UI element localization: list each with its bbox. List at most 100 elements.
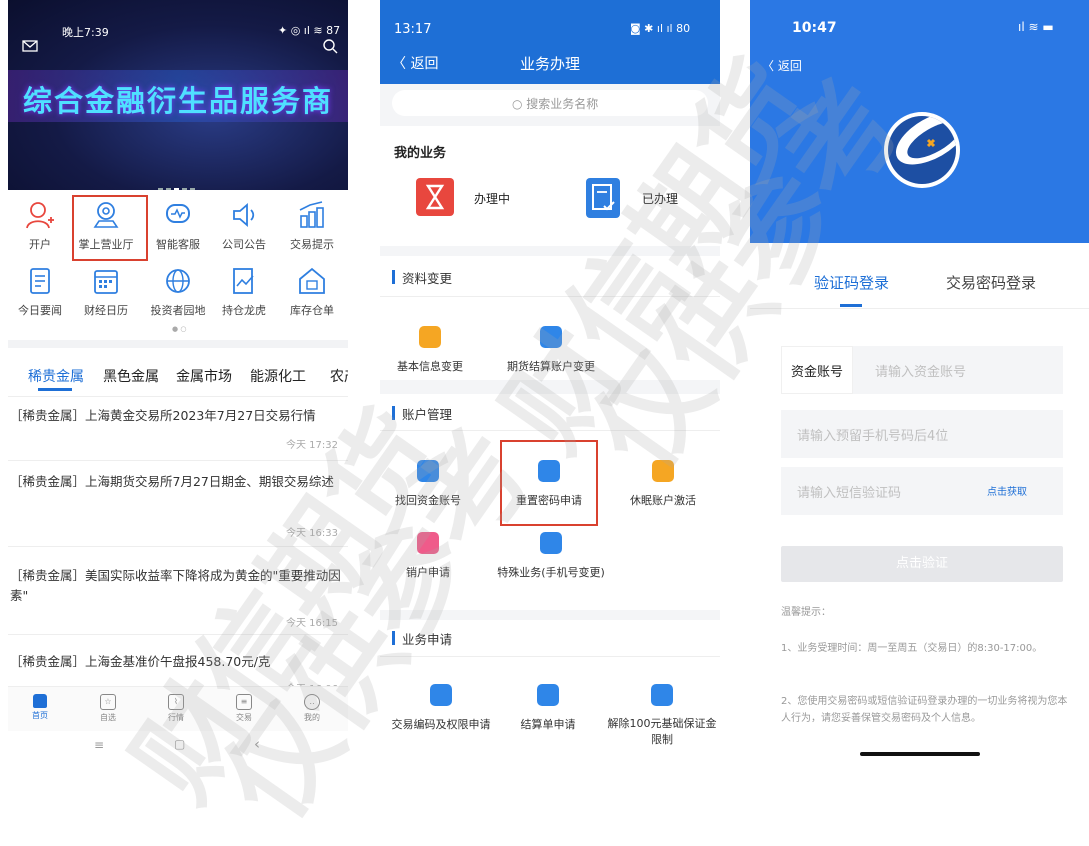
tips-title: 温馨提示： xyxy=(781,607,831,618)
add-user-icon xyxy=(24,200,56,230)
divider xyxy=(8,460,348,461)
grid-item-smart-service[interactable]: 智能客服 xyxy=(146,200,210,252)
service-label: 结算单申请 xyxy=(520,718,576,731)
service-dormant-activation[interactable]: 休眠账户激活 xyxy=(620,460,706,508)
nav-label: 自选 xyxy=(100,713,116,722)
grid-item-announcement[interactable]: 公司公告 xyxy=(212,200,276,252)
service-margin-release[interactable]: 解除100元基础保证金限制 xyxy=(606,684,718,748)
tab-sms-login[interactable]: 验证码登录 xyxy=(814,272,889,293)
news-tab-ferrous[interactable]: 黑色金属 xyxy=(103,366,159,386)
status-time: 10:47 xyxy=(792,20,837,36)
battery-level: 80 xyxy=(676,22,691,35)
account-placeholder: 请输入资金账号 xyxy=(875,365,967,380)
nav-trade[interactable]: ≡ 交易 xyxy=(224,694,264,723)
hourglass-icon xyxy=(416,178,454,216)
home-key-icon[interactable]: ▢ xyxy=(174,737,185,751)
service-label: 期货结算账户变更 xyxy=(507,360,595,373)
news-item[interactable]: ［稀贵金属］上海金基准价午盘报458.70元/克 今天 16:06 xyxy=(8,652,348,695)
news-item[interactable]: ［稀贵金属］上海期货交易所7月27日期金、期银交易综述 今天 16:33 xyxy=(8,472,348,540)
battery-level: 87 xyxy=(326,24,341,37)
service-trading-code[interactable]: 交易编码及权限申请 xyxy=(384,684,498,732)
grid-label: 库存仓单 xyxy=(290,304,334,317)
phone-chart-icon xyxy=(540,532,562,554)
service-close-account[interactable]: 销户申请 xyxy=(388,532,468,580)
service-reset-password[interactable]: 重置密码申请 xyxy=(506,460,592,508)
divider xyxy=(380,430,720,431)
service-label: 销户申请 xyxy=(406,566,450,579)
service-label: 休眠账户激活 xyxy=(630,494,696,507)
wallet-icon xyxy=(652,460,674,482)
phone-field[interactable]: 请输入预留手机号码后4位 xyxy=(781,410,1063,458)
section-account-management: 账户管理 找回资金账号 重置密码申请 休眠账户激活 销户申请 特殊业务(手机号变… xyxy=(380,394,720,610)
document-icon xyxy=(24,266,56,296)
banner-pagination xyxy=(158,176,198,190)
nav-market[interactable]: ⌇ 行情 xyxy=(156,694,196,723)
news-tab-energy[interactable]: 能源化工 xyxy=(250,366,306,386)
account-field[interactable]: 资金账号 请输入资金账号 xyxy=(781,346,1063,394)
statement-icon xyxy=(537,684,559,706)
divider xyxy=(380,656,720,657)
menu-icon[interactable]: ≡ xyxy=(94,738,104,752)
get-code-button[interactable]: 点击获取 xyxy=(987,483,1027,498)
close-account-icon xyxy=(417,532,439,554)
news-tab-metal-market[interactable]: 金属市场 xyxy=(176,366,232,386)
chevron-left-icon: 〈 xyxy=(762,59,778,73)
home-screen: 晚上7:39 ✦ ◎ ıl ≋ 87 综合金融衍生品服务商 开户 掌上营业厅 智… xyxy=(8,0,348,762)
my-item-done[interactable]: 已办理 xyxy=(586,178,706,218)
back-key-icon[interactable]: ‹ xyxy=(254,735,260,753)
grid-item-open-account[interactable]: 开户 xyxy=(8,200,72,252)
grid-item-investor[interactable]: 投资者园地 xyxy=(146,266,210,318)
bar-chart-icon xyxy=(296,200,328,230)
status-time: 晚上7:39 xyxy=(62,26,109,39)
speaker-icon xyxy=(228,200,260,230)
section-data-change: 资料变更 基本信息变更 期货结算账户变更 xyxy=(380,256,720,380)
section-marker xyxy=(392,270,395,284)
grid-label: 财经日历 xyxy=(84,304,128,317)
grid-label: 投资者园地 xyxy=(150,304,206,317)
hero-banner[interactable]: 晚上7:39 ✦ ◎ ıl ≋ 87 综合金融衍生品服务商 xyxy=(8,0,348,190)
news-title: ［稀贵金属］上海期货交易所7月27日期金、期银交易综述 xyxy=(10,474,334,489)
active-tab-indicator xyxy=(840,304,862,307)
grid-item-trade-tips[interactable]: 交易提示 xyxy=(280,200,344,252)
nav-home[interactable]: 首页 xyxy=(20,694,60,721)
news-title: ［稀贵金属］上海黄金交易所2023年7月27日交易行情 xyxy=(10,408,316,423)
section-title: 我的业务 xyxy=(394,146,447,161)
service-phone-change[interactable]: 特殊业务(手机号变更) xyxy=(488,532,614,580)
chart-icon: ⌇ xyxy=(168,694,184,710)
nav-mine[interactable]: ‥ 我的 xyxy=(292,694,332,723)
news-tab-agri[interactable]: 农产 xyxy=(330,366,348,386)
grid-item-warehouse[interactable]: 库存仓单 xyxy=(280,266,344,318)
sms-code-field[interactable]: 请输入短信验证码 点击获取 xyxy=(781,467,1063,515)
edit-icon xyxy=(419,326,441,348)
news-item[interactable]: ［稀贵金属］美国实际收益率下降将成为黄金的"重要推动因素" 今天 16:15 xyxy=(8,566,348,629)
id-card-icon xyxy=(417,460,439,482)
grid-item-news[interactable]: 今日要闻 xyxy=(8,266,72,318)
grid-item-calendar[interactable]: 财经日历 xyxy=(74,266,138,318)
news-time: 今天 17:32 xyxy=(286,440,338,451)
my-item-label: 办理中 xyxy=(474,192,511,206)
grid-label: 智能客服 xyxy=(156,238,200,251)
service-basic-info-change[interactable]: 基本信息变更 xyxy=(390,326,470,374)
grid-label: 开户 xyxy=(29,238,51,251)
news-tab-precious[interactable]: 稀贵金属 xyxy=(28,366,84,386)
mail-icon[interactable] xyxy=(22,40,38,52)
news-item[interactable]: ［稀贵金属］上海黄金交易所2023年7月27日交易行情 今天 17:32 xyxy=(8,406,348,458)
calendar-icon xyxy=(90,266,122,296)
nav-watchlist[interactable]: ☆ 自选 xyxy=(88,694,128,723)
back-button[interactable]: 〈 返回 xyxy=(762,57,802,74)
service-recover-account[interactable]: 找回资金账号 xyxy=(388,460,468,508)
tab-password-login[interactable]: 交易密码登录 xyxy=(946,272,1036,293)
search-icon[interactable] xyxy=(322,38,338,54)
highlight-box-mobile-hall xyxy=(72,195,148,261)
section-title: 业务申请 xyxy=(402,632,453,647)
search-input[interactable]: ○ 搜索业务名称 xyxy=(392,90,708,116)
service-statement[interactable]: 结算单申请 xyxy=(508,684,588,732)
verify-button[interactable]: 点击验证 xyxy=(781,546,1063,582)
section-title: 账户管理 xyxy=(402,407,453,422)
grid-item-positions[interactable]: 持仓龙虎 xyxy=(212,266,276,318)
search-icon: ○ xyxy=(512,97,527,111)
my-item-in-progress[interactable]: 办理中 xyxy=(416,178,536,218)
status-time: 13:17 xyxy=(394,22,432,37)
unlock-icon xyxy=(651,684,673,706)
service-settlement-account-change[interactable]: 期货结算账户变更 xyxy=(488,326,614,374)
